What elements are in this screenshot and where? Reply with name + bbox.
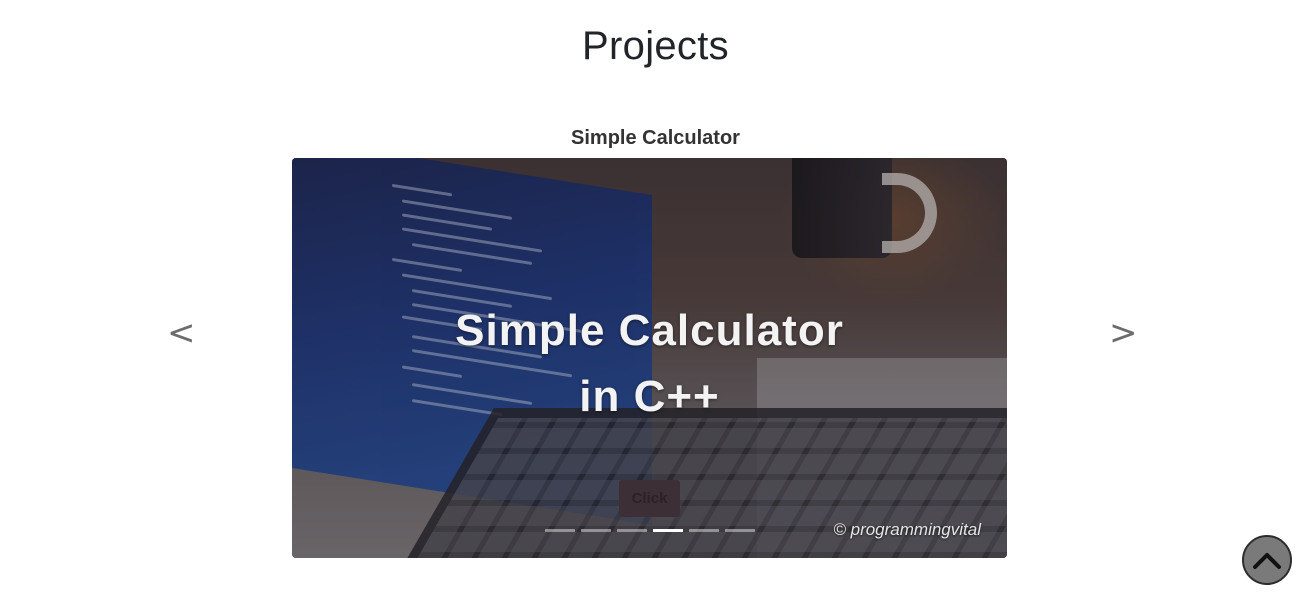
project-carousel: Simple Calculator in C++ © programmingvi… [292,158,1007,558]
carousel-next-button[interactable]: > [1109,316,1138,350]
carousel-indicators [545,529,755,532]
slide-title: Simple Calculator [571,127,740,149]
image-caption-line-2: in C++ [579,372,720,421]
project-click-button[interactable]: Click [619,480,680,517]
carousel-indicator-2[interactable] [581,529,611,532]
carousel-indicator-6[interactable] [725,529,755,532]
projects-page: Projects Simple Calculator < Simple Calc… [0,0,1311,603]
image-caption-line-1: Simple Calculator [455,306,844,355]
scroll-to-top-button[interactable] [1242,535,1292,585]
image-watermark: © programmingvital [833,520,981,539]
carousel-prev-button[interactable]: < [167,316,196,350]
carousel-indicator-1[interactable] [545,529,575,532]
carousel-indicator-3[interactable] [617,529,647,532]
section-title: Projects [582,24,729,68]
chevron-up-icon [1253,553,1281,569]
carousel-indicator-4[interactable] [653,529,683,532]
carousel-indicator-5[interactable] [689,529,719,532]
image-caption: Simple Calculator in C++ [292,298,1007,430]
